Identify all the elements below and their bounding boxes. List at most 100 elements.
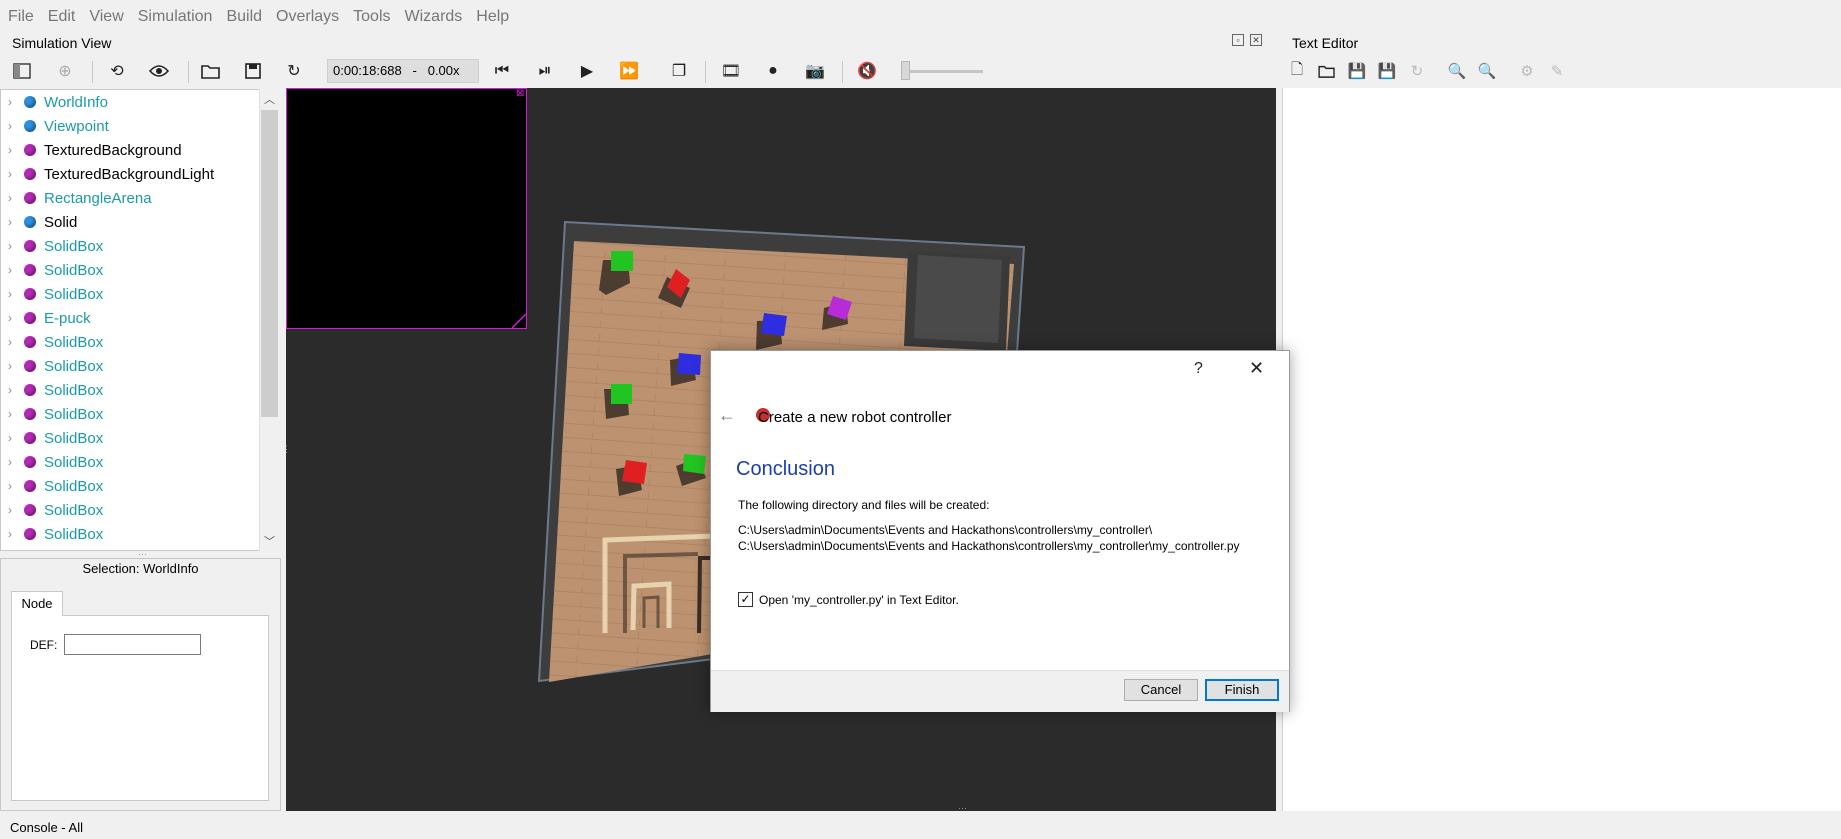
def-input[interactable] — [64, 634, 201, 655]
tree-item[interactable]: › SolidBox — [1, 282, 261, 306]
replace-icon[interactable]: 🔍 — [1476, 60, 1498, 82]
tree-item[interactable]: › RectangleArena — [1, 186, 261, 210]
expand-arrow-icon[interactable]: › — [8, 95, 18, 109]
tree-item[interactable]: › SolidBox — [1, 234, 261, 258]
splitter-handle-horizontal[interactable]: ⋯ — [138, 549, 147, 560]
node-type-icon — [24, 264, 36, 276]
expand-arrow-icon[interactable]: › — [8, 503, 18, 517]
tree-item[interactable]: › Viewpoint — [1, 114, 261, 138]
menu-help[interactable]: Help — [469, 0, 516, 34]
tree-item[interactable]: › SolidBox — [1, 450, 261, 474]
tree-item[interactable]: › SolidBox — [1, 378, 261, 402]
tree-item[interactable]: › SolidBox — [1, 402, 261, 426]
tree-item[interactable]: › WorldInfo — [1, 90, 261, 114]
expand-arrow-icon[interactable]: › — [8, 383, 18, 397]
expand-arrow-icon[interactable]: › — [8, 191, 18, 205]
open-in-editor-checkbox[interactable]: ✓ — [738, 592, 753, 607]
tree-item[interactable]: › TexturedBackgroundLight — [1, 162, 261, 186]
tree-item[interactable]: › SolidBox — [1, 330, 261, 354]
tree-item[interactable]: › TexturedBackground — [1, 138, 261, 162]
tab-node[interactable]: Node — [11, 591, 63, 616]
expand-arrow-icon[interactable]: › — [8, 119, 18, 133]
movie-icon[interactable]: 🎞 — [718, 59, 744, 83]
mute-icon[interactable]: 🔇 — [854, 59, 880, 83]
splitter-handle[interactable]: ⋮ — [282, 444, 291, 455]
play-icon[interactable]: ▶ — [574, 59, 600, 83]
record-icon[interactable]: ● — [760, 59, 786, 83]
save-as-icon[interactable]: 💾 — [1376, 60, 1398, 82]
open-world-icon[interactable] — [198, 59, 224, 83]
expand-arrow-icon[interactable]: › — [8, 287, 18, 301]
expand-arrow-icon[interactable]: › — [8, 455, 18, 469]
simulation-toolbar: ⊕ ⟲ ↻ ⏮ ⏯ ▶ ⏩ ❐ 🎞 ● 📷 🔇 — [0, 55, 1000, 87]
new-file-icon[interactable]: 🗋 — [1286, 60, 1308, 82]
expand-arrow-icon[interactable]: › — [8, 215, 18, 229]
hide-scene-tree-icon[interactable] — [9, 59, 35, 83]
tree-item[interactable]: › E-puck — [1, 306, 261, 330]
expand-arrow-icon[interactable]: › — [8, 239, 18, 253]
step-back-icon[interactable]: ⏮ — [489, 59, 515, 83]
reload-world-icon[interactable]: ⟲ — [104, 59, 130, 83]
screenshot-icon[interactable]: 📷 — [802, 59, 828, 83]
tree-item[interactable]: › SolidBox — [1, 498, 261, 522]
menu-tools[interactable]: Tools — [346, 0, 397, 34]
volume-slider-handle[interactable] — [901, 61, 910, 80]
text-editor-area[interactable] — [1282, 88, 1841, 811]
expand-arrow-icon[interactable]: › — [8, 479, 18, 493]
expand-arrow-icon[interactable]: › — [8, 527, 18, 541]
expand-arrow-icon[interactable]: › — [8, 143, 18, 157]
menu-wizards[interactable]: Wizards — [398, 0, 470, 34]
fast-forward-icon[interactable]: ⏩ — [616, 59, 642, 83]
expand-arrow-icon[interactable]: › — [8, 167, 18, 181]
tree-item-label: SolidBox — [44, 285, 104, 303]
tree-item[interactable]: › SolidBox — [1, 354, 261, 378]
scene-tree-scrollbar-thumb[interactable] — [261, 110, 278, 417]
rendering-icon[interactable]: ❐ — [666, 59, 692, 83]
overlay-close-icon[interactable]: ⊠ — [516, 89, 526, 99]
camera-overlay[interactable]: ⊠ — [286, 88, 527, 329]
save-file-icon[interactable]: 💾 — [1346, 60, 1368, 82]
back-arrow-icon[interactable]: ← — [718, 405, 736, 426]
build-icon[interactable]: ⚙ — [1516, 60, 1538, 82]
menu-overlays[interactable]: Overlays — [269, 0, 346, 34]
volume-slider[interactable] — [906, 70, 983, 73]
help-button[interactable]: ? — [1194, 360, 1203, 378]
menu-edit[interactable]: Edit — [41, 0, 83, 34]
undock-icon[interactable]: ▫ — [1232, 34, 1244, 46]
menu-build[interactable]: Build — [219, 0, 269, 34]
revert-file-icon[interactable]: ↻ — [1406, 60, 1428, 82]
find-icon[interactable]: 🔍 — [1446, 60, 1468, 82]
expand-arrow-icon[interactable]: › — [8, 431, 18, 445]
add-node-icon[interactable]: ⊕ — [52, 59, 78, 83]
tree-item[interactable]: › Solid — [1, 210, 261, 234]
tree-item[interactable]: › SolidBox — [1, 258, 261, 282]
menu-file[interactable]: File — [0, 0, 41, 34]
menu-view[interactable]: View — [82, 0, 130, 34]
expand-arrow-icon[interactable]: › — [8, 263, 18, 277]
menu-simulation[interactable]: Simulation — [131, 0, 220, 34]
close-icon[interactable]: ✕ — [1249, 358, 1264, 379]
view-eye-icon[interactable] — [146, 59, 172, 83]
save-world-icon[interactable] — [240, 59, 266, 83]
node-type-icon — [24, 336, 36, 348]
console-splitter-handle[interactable]: ⋯ — [958, 803, 967, 814]
open-file-icon[interactable] — [1316, 60, 1338, 82]
tree-item[interactable]: › SolidBox — [1, 426, 261, 450]
scroll-down-icon[interactable]: ﹀ — [264, 533, 275, 549]
cancel-button[interactable]: Cancel — [1124, 679, 1198, 701]
expand-arrow-icon[interactable]: › — [8, 359, 18, 373]
close-panel-icon[interactable]: ✕ — [1250, 34, 1262, 46]
overlay-resize-icon[interactable] — [512, 314, 526, 328]
expand-arrow-icon[interactable]: › — [8, 311, 18, 325]
tree-item-label: SolidBox — [44, 453, 104, 471]
reset-simulation-icon[interactable]: ↻ — [281, 59, 307, 83]
expand-arrow-icon[interactable]: › — [8, 335, 18, 349]
step-icon[interactable]: ⏯ — [532, 59, 558, 83]
finish-button[interactable]: Finish — [1205, 679, 1279, 701]
text-editor-title: Text Editor — [1292, 35, 1359, 51]
tree-item[interactable]: › SolidBox — [1, 522, 261, 546]
scroll-up-icon[interactable]: ︿ — [264, 91, 275, 107]
expand-arrow-icon[interactable]: › — [8, 407, 18, 421]
clean-icon[interactable]: ✎ — [1546, 60, 1568, 82]
tree-item[interactable]: › SolidBox — [1, 474, 261, 498]
